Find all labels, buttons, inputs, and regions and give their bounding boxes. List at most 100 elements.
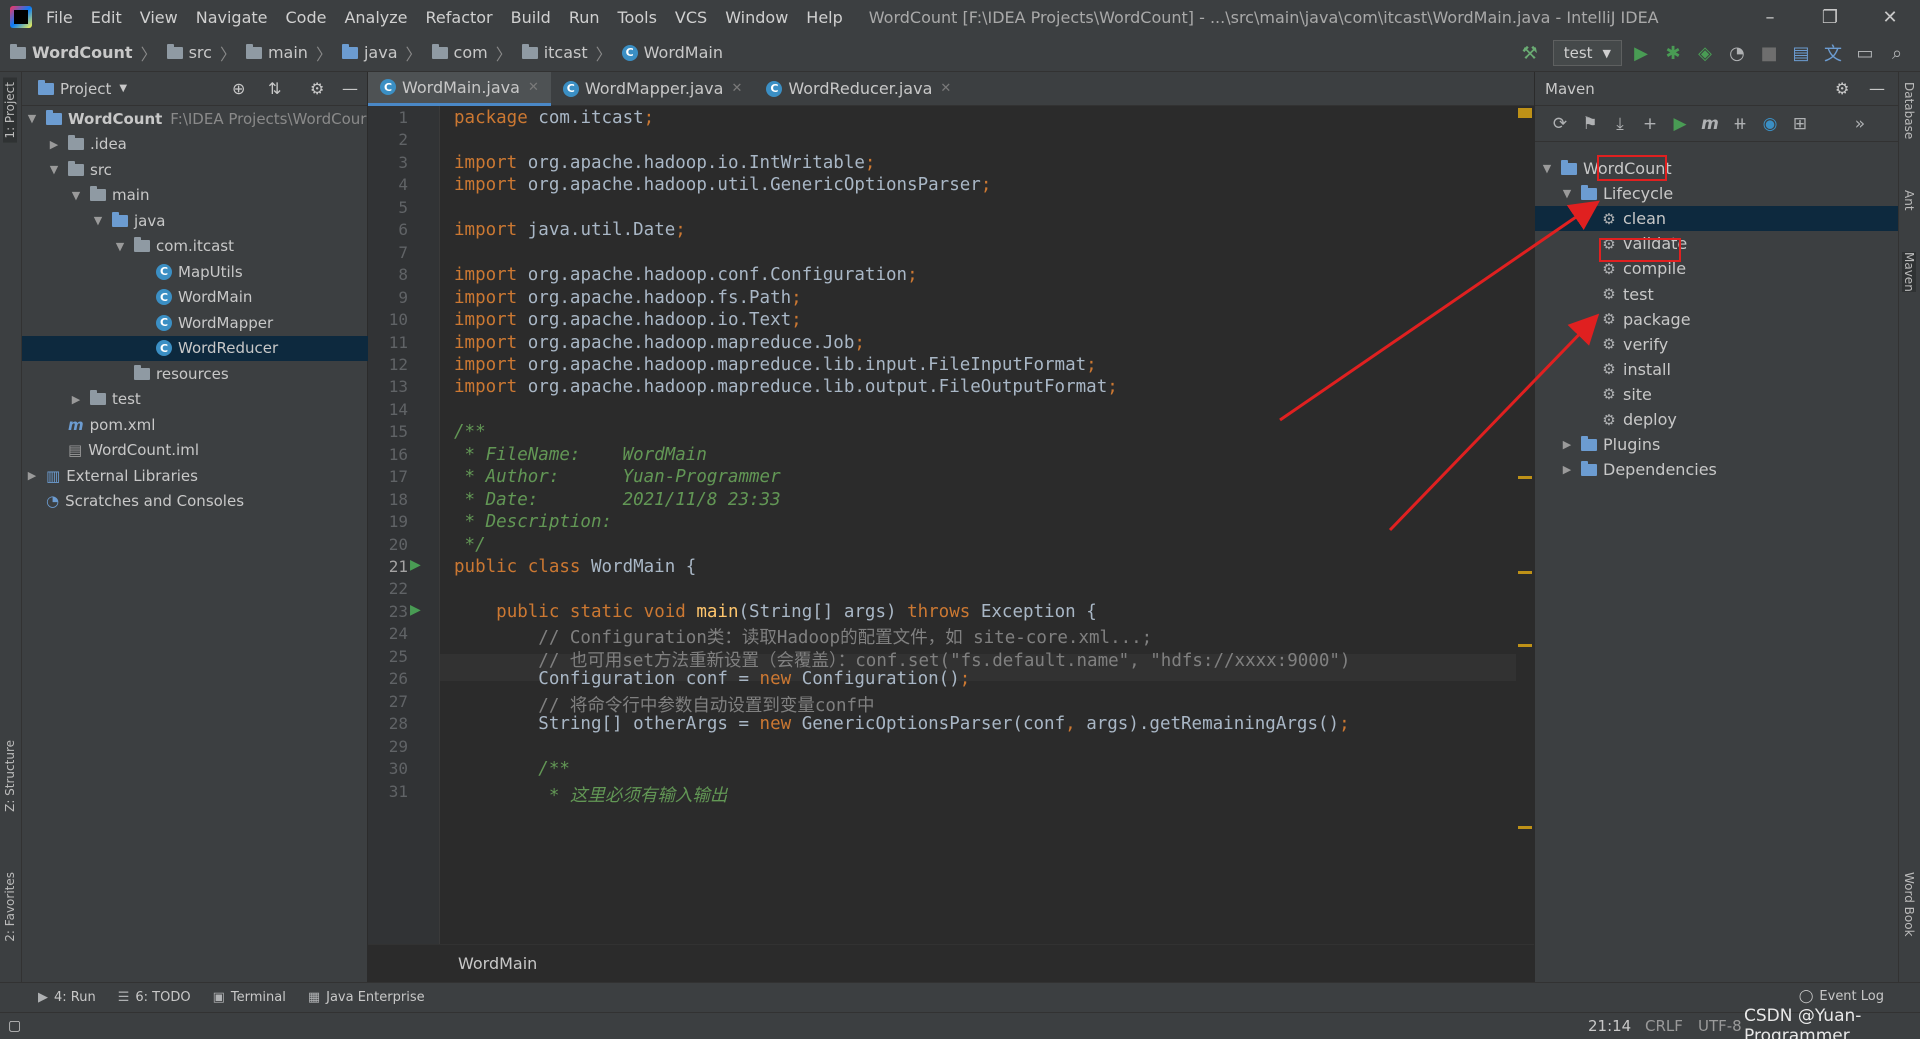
expand-down-icon[interactable]: ▼: [114, 240, 126, 253]
close-tab-icon[interactable]: ✕: [731, 81, 742, 96]
show-dependencies-icon[interactable]: ⊞: [1785, 114, 1815, 134]
restore-button[interactable]: ❐: [1800, 0, 1860, 34]
code-line[interactable]: /**: [454, 759, 570, 779]
maven-tree-node[interactable]: ⚙ install: [1535, 357, 1899, 382]
menu-run[interactable]: Run: [569, 8, 600, 27]
project-tree-node[interactable]: resources: [22, 361, 368, 386]
warning-marker[interactable]: [1518, 108, 1532, 118]
code-line[interactable]: import org.apache.hadoop.conf.Configurat…: [454, 265, 918, 285]
breadcrumb-item[interactable]: com 〉: [431, 41, 512, 65]
tab-favorites[interactable]: 2: Favorites: [3, 872, 17, 942]
menu-build[interactable]: Build: [511, 8, 551, 27]
error-stripe[interactable]: [1516, 106, 1534, 944]
stop-icon[interactable]: ■: [1756, 40, 1782, 66]
code-line[interactable]: * 这里必须有输入输出: [454, 782, 728, 807]
project-structure-icon[interactable]: ▤: [1788, 40, 1814, 66]
expand-down-icon[interactable]: ▼: [1561, 187, 1573, 200]
menu-vcs[interactable]: VCS: [675, 8, 707, 27]
build-hammer-icon[interactable]: ⚒: [1517, 40, 1543, 66]
close-tab-icon[interactable]: ✕: [528, 80, 539, 95]
editor-tab[interactable]: C WordMapper.java ✕: [551, 72, 755, 106]
project-tree-node[interactable]: ▶ .idea: [22, 132, 368, 157]
project-tree-node[interactable]: C MapUtils: [22, 259, 368, 284]
maven-tree-node[interactable]: ⚙ test: [1535, 282, 1899, 307]
code-line[interactable]: import org.apache.hadoop.mapreduce.lib.o…: [454, 377, 1118, 397]
maven-tree-node[interactable]: ▶ Dependencies: [1535, 457, 1899, 482]
menu-help[interactable]: Help: [806, 8, 842, 27]
chevron-down-icon[interactable]: ▼: [119, 83, 127, 94]
menu-view[interactable]: View: [140, 8, 178, 27]
caret-position[interactable]: 21:14: [1588, 1017, 1631, 1035]
code-line[interactable]: * Description:: [454, 512, 613, 532]
project-tree-node[interactable]: ▼ com.itcast: [22, 234, 368, 259]
run-gutter-icon[interactable]: ▶: [410, 602, 421, 618]
project-tree-node[interactable]: ▼ java: [22, 208, 368, 233]
line-separator[interactable]: CRLF: [1645, 1017, 1683, 1035]
breadcrumb-item[interactable]: itcast 〉: [521, 41, 612, 65]
project-tree-node[interactable]: ▼ WordCount F:\IDEA Projects\WordCour: [22, 106, 368, 131]
menu-navigate[interactable]: Navigate: [196, 8, 268, 27]
menu-window[interactable]: Window: [725, 8, 788, 27]
tab-project[interactable]: 1: Project: [3, 78, 17, 143]
presentation-icon[interactable]: ▭: [1852, 40, 1878, 66]
maven-tree-node[interactable]: ⚙ clean: [1535, 206, 1899, 232]
coverage-icon[interactable]: ◈: [1692, 40, 1718, 66]
project-tree-node[interactable]: C WordMapper: [22, 310, 368, 335]
hide-panel-icon[interactable]: —: [342, 79, 358, 98]
code-line[interactable]: public static void main(String[] args) t…: [454, 602, 1097, 622]
project-tree-node[interactable]: m pom.xml: [22, 412, 368, 437]
maven-tree-node[interactable]: ⚙ deploy: [1535, 407, 1899, 432]
event-log-tab[interactable]: ◯ Event Log: [1799, 989, 1884, 1004]
menu-code[interactable]: Code: [286, 8, 327, 27]
skip-tests-icon[interactable]: ◉: [1755, 114, 1785, 134]
bottom-tab[interactable]: ☰ 6: TODO: [118, 990, 191, 1005]
code-line[interactable]: String[] otherArgs = new GenericOptionsP…: [454, 714, 1349, 734]
bottom-tab[interactable]: ▶ 4: Run: [38, 990, 96, 1005]
run-icon[interactable]: ▶: [1665, 114, 1695, 134]
project-tree-node[interactable]: C WordReducer: [22, 335, 368, 361]
tab-word-book[interactable]: Word Book: [1902, 872, 1916, 937]
gear-icon[interactable]: ⚙: [1835, 79, 1849, 98]
expand-right-icon[interactable]: ▶: [26, 469, 38, 482]
breadcrumb-item[interactable]: main 〉: [245, 41, 332, 65]
code-line[interactable]: // Configuration类：读取Hadoop的配置文件，如 site-c…: [454, 624, 1152, 649]
editor-tab[interactable]: C WordReducer.java ✕: [754, 72, 963, 106]
code-line[interactable]: import org.apache.hadoop.io.IntWritable;: [454, 153, 875, 173]
code-line[interactable]: import org.apache.hadoop.fs.Path;: [454, 288, 802, 308]
code-line[interactable]: * FileName: WordMain: [454, 445, 707, 465]
maven-tree-node[interactable]: ▼ Lifecycle: [1535, 181, 1899, 206]
hide-panel-icon[interactable]: —: [1869, 79, 1885, 98]
code-line[interactable]: import org.apache.hadoop.util.GenericOpt…: [454, 175, 991, 195]
expand-right-icon[interactable]: ▶: [70, 393, 82, 406]
menu-edit[interactable]: Edit: [91, 8, 122, 27]
maven-tree-node[interactable]: ⚙ verify: [1535, 332, 1899, 357]
warning-marker[interactable]: [1518, 571, 1532, 574]
menu-tools[interactable]: Tools: [618, 8, 657, 27]
minimize-button[interactable]: –: [1740, 0, 1800, 34]
tab-ant[interactable]: Ant: [1902, 190, 1916, 211]
maven-tree-node[interactable]: ▶ Plugins: [1535, 432, 1899, 457]
bottom-tab[interactable]: ▣ Terminal: [213, 990, 286, 1005]
code-editor[interactable]: 1 2 3 4 5 6 7 8 9 10 11 12 13 14 15 16 17 18 19 20 21 ▶ 22 23 ▶ 2…: [368, 106, 1534, 944]
project-tree-node[interactable]: ▶ test: [22, 387, 368, 412]
expand-down-icon[interactable]: ▼: [1541, 162, 1553, 175]
add-icon[interactable]: +: [1635, 114, 1665, 134]
run-gutter-icon[interactable]: ▶: [410, 557, 421, 573]
breadcrumb-item[interactable]: C WordMain: [621, 43, 723, 62]
download-icon[interactable]: ⤓: [1605, 114, 1635, 134]
breadcrumb-item[interactable]: java 〉: [341, 41, 422, 65]
code-line[interactable]: import org.apache.hadoop.mapreduce.Job;: [454, 333, 865, 353]
maven-tree-node[interactable]: ▼ WordCount: [1535, 156, 1899, 181]
expand-down-icon[interactable]: ▼: [70, 189, 82, 202]
close-button[interactable]: ✕: [1860, 0, 1920, 34]
code-line[interactable]: import org.apache.hadoop.io.Text;: [454, 310, 802, 330]
locate-icon[interactable]: ⊕: [232, 79, 245, 98]
project-panel-title[interactable]: Project: [60, 80, 111, 98]
translate-icon[interactable]: 文: [1820, 40, 1846, 66]
code-line[interactable]: import java.util.Date;: [454, 220, 686, 240]
code-line[interactable]: // 将命令行中参数自动设置到变量conf中: [454, 692, 874, 717]
editor-tab[interactable]: C WordMain.java ✕: [368, 71, 551, 106]
code-line[interactable]: * Date: 2021/11/8 23:33: [454, 490, 781, 510]
tab-maven[interactable]: Maven: [1902, 252, 1916, 292]
run-icon[interactable]: ▶: [1628, 40, 1654, 66]
